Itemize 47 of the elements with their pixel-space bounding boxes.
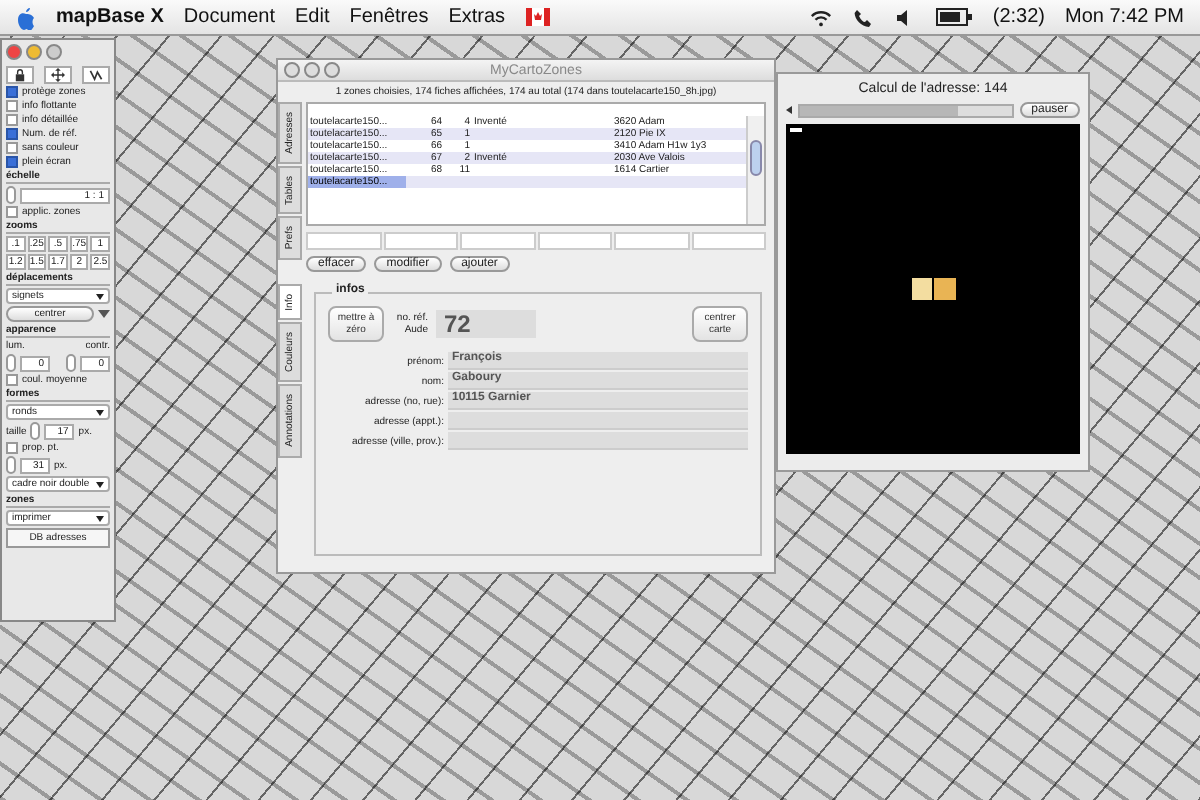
input-field[interactable] [306,232,381,250]
stepper[interactable] [6,186,16,204]
apple-icon[interactable] [16,5,36,29]
checkbox[interactable] [6,142,18,154]
triangle-icon[interactable] [786,106,792,114]
input-field[interactable] [448,432,748,450]
scroll-bar[interactable] [746,116,764,224]
battery-time[interactable]: (2:32) [992,6,1046,28]
zoom-button[interactable] [46,44,62,60]
input-field[interactable] [383,232,458,250]
input-field[interactable] [460,232,535,250]
zigzag-icon[interactable] [82,66,110,84]
checkbox[interactable] [6,156,18,168]
checkbox[interactable] [6,86,18,98]
input-field[interactable] [448,412,748,430]
checkbox[interactable] [6,442,18,454]
input-field[interactable] [537,232,612,250]
zoom-button[interactable] [324,62,340,78]
app-menu[interactable]: mapBase X [56,6,164,28]
close-button[interactable] [6,44,22,60]
ref-field[interactable]: 72 [436,310,536,338]
menu-item[interactable]: Fenêtres [349,6,429,28]
menu-item[interactable]: Document [183,6,275,28]
checkbox[interactable] [6,374,18,386]
input-field[interactable] [691,232,766,250]
wifi-icon[interactable] [810,7,833,27]
triangle-icon[interactable] [98,310,110,318]
checkbox[interactable] [6,100,18,112]
clock[interactable]: Mon 7:42 PM [1065,6,1184,28]
squares-icon [911,278,955,300]
input-field[interactable] [614,232,689,250]
minimize-button[interactable] [304,62,320,78]
menu-item[interactable]: Edit [295,6,330,28]
battery-icon[interactable] [936,8,973,26]
checkbox[interactable] [6,114,18,126]
menu-item[interactable]: Extras [448,6,506,28]
stepper[interactable] [66,354,76,372]
move-icon[interactable] [44,66,72,84]
flag-icon[interactable] [525,8,550,26]
minimize-button[interactable] [26,44,42,60]
phone-icon[interactable] [852,7,875,27]
stepper[interactable] [6,354,16,372]
lock-icon[interactable] [6,66,34,84]
checkbox[interactable] [6,128,18,140]
marker-icon [790,128,802,132]
close-button[interactable] [284,62,300,78]
checkbox[interactable] [6,206,18,218]
